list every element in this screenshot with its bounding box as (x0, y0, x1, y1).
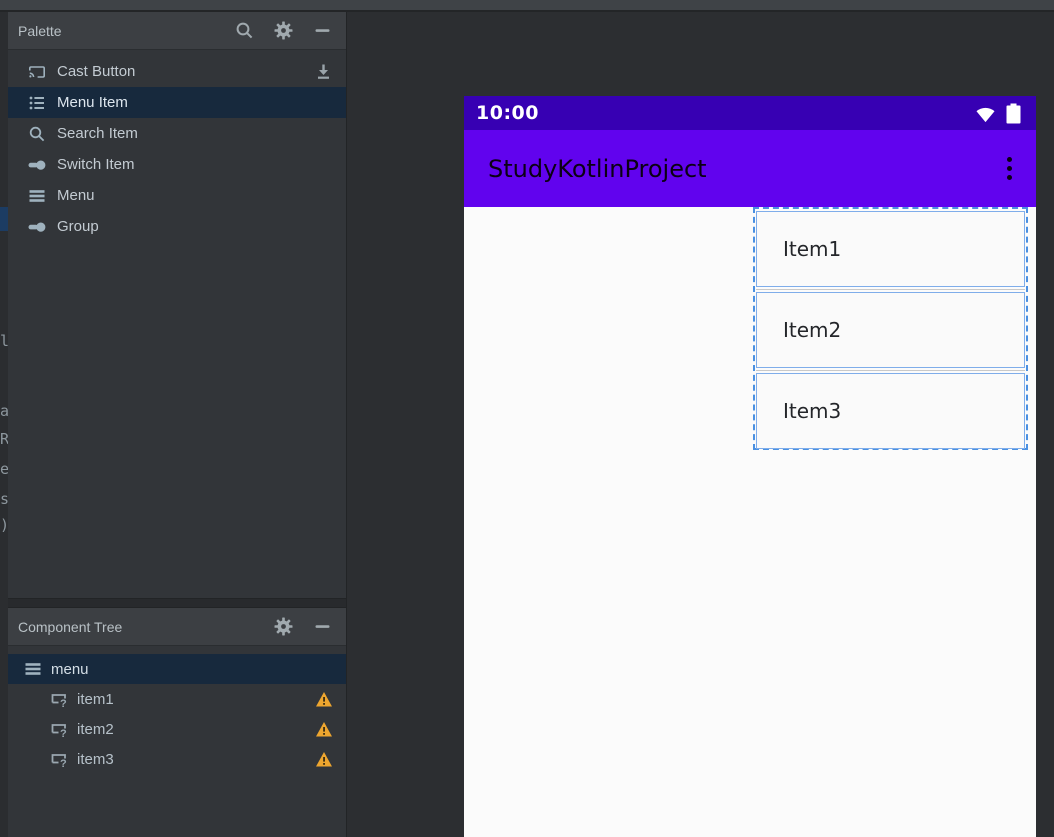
svg-text:?: ? (60, 728, 67, 738)
overflow-menu-icon (1005, 153, 1014, 184)
tree-item-label: item3 (77, 750, 114, 768)
toggle-icon (28, 160, 46, 170)
app-bar-title: StudyKotlinProject (488, 154, 707, 183)
palette-item-menu-item[interactable]: Menu Item (8, 87, 346, 118)
toggle-icon (28, 222, 46, 232)
tree-item-label: menu (51, 660, 89, 678)
palette-item-label: Group (57, 218, 99, 235)
editor-text-fragment: R (0, 430, 8, 448)
menu-option-item2[interactable]: Item2 (756, 292, 1025, 368)
device-preview: 10:00 StudyKotlinProject Item1 Item2 Ite… (464, 96, 1036, 837)
phone-content: Item1 Item2 Item3 (464, 207, 1036, 837)
editor-text-fragment: li (0, 332, 8, 350)
palette-item-switch-item[interactable]: Switch Item (8, 149, 346, 180)
svg-text:?: ? (60, 698, 67, 708)
menu-option-label: Item2 (783, 318, 842, 342)
palette-item-label: Menu Item (57, 94, 128, 111)
palette-item-cast-button[interactable]: Cast Button (8, 56, 346, 87)
tree-item-item2[interactable]: ? item2 (8, 714, 346, 744)
warning-icon[interactable] (315, 721, 333, 738)
unknown-view-icon: ? (51, 754, 67, 768)
palette-item-menu[interactable]: Menu (8, 180, 346, 211)
unknown-view-icon: ? (51, 694, 67, 708)
editor-selection-fragment (0, 207, 8, 231)
minimize-icon[interactable] (313, 21, 332, 40)
minimize-icon[interactable] (313, 617, 332, 636)
status-bar: 10:00 (464, 96, 1036, 130)
menu-option-label: Item3 (783, 399, 842, 423)
tree-item-menu[interactable]: menu (8, 654, 346, 684)
magnifier-icon (29, 126, 45, 141)
menu-preview-overlay: Item1 Item2 Item3 (753, 207, 1028, 450)
palette-item-label: Search Item (57, 125, 138, 142)
status-time: 10:00 (476, 102, 539, 124)
component-tree-header: Component Tree (8, 608, 346, 646)
palette-item-search-item[interactable]: Search Item (8, 118, 346, 149)
cast-icon (29, 65, 45, 78)
wifi-icon (976, 107, 995, 122)
editor-text-fragment: ) (0, 516, 8, 534)
unknown-view-icon: ? (51, 724, 67, 738)
svg-text:?: ? (60, 758, 67, 768)
warning-icon[interactable] (315, 691, 333, 708)
palette-item-label: Menu (57, 187, 95, 204)
editor-behind-strip: li a R e s ) (0, 12, 8, 837)
toolbar-edge (0, 0, 1054, 12)
tree-item-label: item2 (77, 720, 114, 738)
app-bar: StudyKotlinProject (464, 130, 1036, 207)
palette-item-group[interactable]: Group (8, 211, 346, 242)
editor-text-fragment: a (0, 402, 8, 420)
palette-header: Palette (8, 12, 346, 50)
settings-icon[interactable] (274, 617, 293, 636)
tree-item-label: item1 (77, 690, 114, 708)
menu-option-item3[interactable]: Item3 (756, 373, 1025, 449)
battery-icon (1006, 103, 1021, 123)
settings-icon[interactable] (274, 21, 293, 40)
menu-option-label: Item1 (783, 237, 842, 261)
hamburger-icon (29, 189, 45, 202)
panel-divider[interactable] (8, 598, 346, 608)
editor-text-fragment: s (0, 490, 8, 508)
palette-item-label: Switch Item (57, 156, 135, 173)
list-icon (29, 96, 44, 109)
editor-text-fragment: e (0, 460, 8, 478)
tree-item-item3[interactable]: ? item3 (8, 744, 346, 774)
hamburger-icon (25, 663, 41, 675)
android-studio-design-view: li a R e s ) Palette (0, 0, 1054, 837)
search-icon[interactable] (235, 21, 254, 40)
palette-title: Palette (18, 22, 62, 39)
palette-item-label: Cast Button (57, 63, 136, 80)
download-icon[interactable] (314, 62, 333, 81)
warning-icon[interactable] (315, 751, 333, 768)
component-tree-title: Component Tree (18, 618, 123, 635)
component-tree-list: menu ? item1 ? item2 ? item3 (8, 646, 346, 774)
left-tool-panel: Palette Cast Button Menu Item Search Ite… (8, 12, 347, 837)
menu-option-item1[interactable]: Item1 (756, 211, 1025, 287)
palette-list: Cast Button Menu Item Search Item Switch… (8, 50, 346, 242)
tree-item-item1[interactable]: ? item1 (8, 684, 346, 714)
